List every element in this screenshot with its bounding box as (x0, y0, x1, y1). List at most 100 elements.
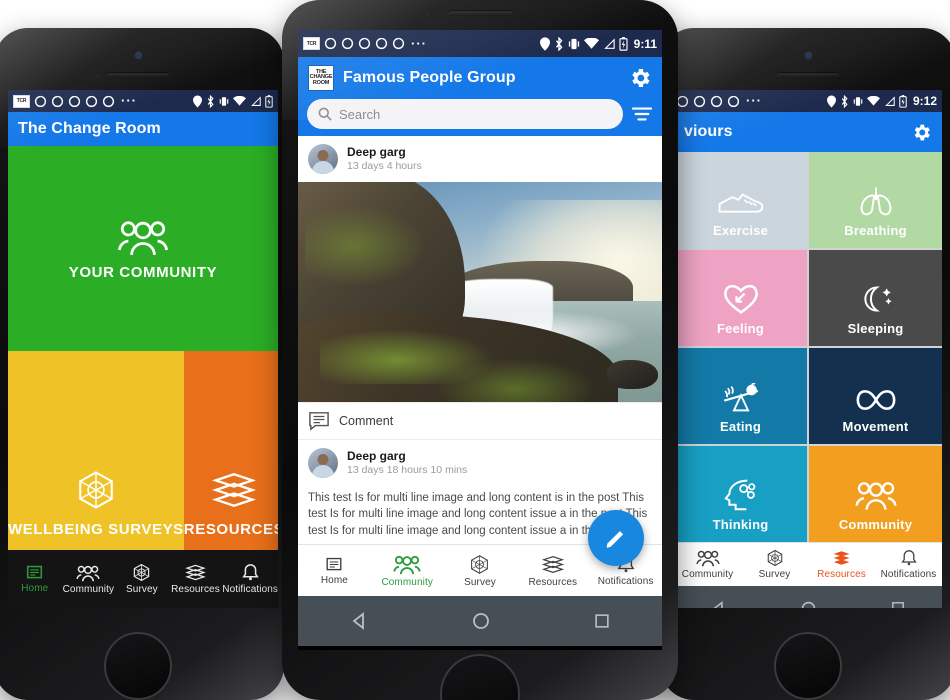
left-status-app-icon: TCR (13, 94, 30, 108)
tile-thinking[interactable]: Thinking (674, 446, 807, 542)
bluetooth-icon (555, 36, 563, 51)
left-status-overflow: ··· (121, 93, 137, 108)
right-phone-home-button[interactable] (774, 632, 842, 700)
lungs-icon (860, 187, 891, 216)
left-status-bar: TCR ··· (8, 90, 278, 112)
gear-icon[interactable] (628, 66, 652, 90)
tile-community[interactable]: Community (809, 446, 942, 542)
wifi-icon (233, 95, 246, 106)
comment-action-row[interactable]: Comment (298, 402, 662, 440)
left-phone-camera (136, 53, 141, 58)
tile-wellbeing-surveys[interactable]: WELLBEING SURVEYS (8, 351, 184, 550)
sync-icon (358, 37, 371, 50)
left-phone-speaker (106, 72, 170, 78)
heart-icon (723, 284, 758, 314)
tile-label: Breathing (844, 223, 907, 238)
tab-home[interactable]: Home (298, 556, 371, 586)
android-back-icon[interactable] (710, 600, 727, 609)
tile-feeling[interactable]: Feeling (674, 250, 807, 346)
right-app-bar: viours (674, 112, 942, 152)
vibrate-icon (219, 96, 229, 106)
community-icon (695, 550, 720, 567)
post-image[interactable] (298, 182, 662, 402)
gear-icon[interactable] (911, 122, 932, 143)
left-phone-sensor (96, 74, 100, 78)
tab-resources[interactable]: Resources (808, 549, 875, 580)
right-phone-camera (806, 53, 811, 58)
tab-label: Notifications (597, 576, 654, 587)
tile-label: Movement (842, 419, 909, 434)
left-tile-row-2: WELLBEING SURVEYS RESOURCES (8, 351, 278, 550)
right-status-right-group: 9:12 (826, 94, 937, 108)
android-recents-icon[interactable] (593, 612, 611, 630)
left-phone-home-button[interactable] (104, 632, 172, 700)
tab-survey[interactable]: Survey (741, 549, 808, 580)
tab-community[interactable]: Community (371, 554, 444, 588)
search-input[interactable]: Search (307, 99, 623, 129)
sync-icon (102, 95, 115, 107)
search-placeholder: Search (339, 106, 381, 122)
tab-label: Survey (126, 584, 158, 595)
center-phone-home-button[interactable] (440, 654, 520, 700)
comment-icon (309, 412, 329, 431)
tile-label: RESOURCES (183, 521, 278, 538)
tab-survey[interactable]: Survey (115, 563, 169, 595)
post-timestamp: 13 days 4 hours (347, 159, 422, 172)
tab-label: Community (62, 583, 115, 595)
post-header: Deep garg 13 days 4 hours (298, 136, 662, 182)
tab-label: Resources (528, 576, 578, 588)
tab-home[interactable]: Home (8, 564, 62, 594)
tab-label: Community (381, 576, 433, 588)
android-home-icon[interactable] (471, 611, 491, 631)
tab-label: Resources (171, 584, 220, 595)
shoe-icon (718, 193, 763, 213)
android-home-icon[interactable] (800, 600, 817, 609)
tile-your-community[interactable]: YOUR COMMUNITY (8, 146, 278, 351)
android-back-icon[interactable] (349, 611, 369, 631)
tile-label: Community (838, 517, 913, 532)
tab-label: Notifications (880, 569, 937, 580)
right-status-time: 9:12 (912, 94, 937, 108)
android-recents-icon[interactable] (890, 600, 906, 608)
tab-community[interactable]: Community (62, 564, 116, 595)
tile-exercise[interactable]: Exercise (674, 152, 807, 248)
location-pin-icon (193, 95, 202, 107)
tile-label: Feeling (717, 321, 764, 336)
signal-icon (603, 37, 615, 49)
moon-icon (863, 286, 892, 312)
bluetooth-icon (207, 94, 214, 108)
search-icon (318, 107, 332, 121)
tile-eating[interactable]: Eating (674, 348, 807, 444)
location-pin-icon (826, 95, 836, 107)
sync-icon (375, 37, 388, 50)
community-icon (76, 565, 100, 581)
tab-label: Home (320, 574, 348, 586)
tile-movement[interactable]: Movement (809, 348, 942, 444)
tab-label: Community (681, 569, 734, 580)
sync-icon (693, 95, 706, 107)
tile-resources[interactable]: RESOURCES (183, 351, 278, 550)
tab-survey[interactable]: Survey (444, 554, 517, 588)
tab-community[interactable]: Community (674, 549, 741, 580)
tab-label: Notifications (222, 584, 278, 595)
right-phone-speaker (776, 72, 840, 78)
tile-breathing[interactable]: Breathing (809, 152, 942, 248)
brain-head-icon (723, 479, 755, 511)
tab-notifications[interactable]: Notifications (875, 549, 942, 580)
resources-icon (833, 551, 850, 565)
center-status-time: 9:11 (633, 36, 657, 51)
infinity-icon (856, 390, 895, 410)
create-post-fab[interactable] (588, 510, 644, 566)
tab-resources[interactable]: Resources (516, 554, 589, 588)
vibrate-icon (568, 38, 579, 49)
tile-sleeping[interactable]: Sleeping (809, 250, 942, 346)
filter-icon[interactable] (631, 105, 653, 123)
bell-icon (241, 564, 259, 581)
tab-resources[interactable]: Resources (169, 563, 223, 595)
sync-icon (727, 95, 740, 107)
edit-pencil-icon (606, 531, 624, 548)
right-android-nav-bar (674, 586, 942, 608)
tile-label: Eating (720, 419, 761, 434)
tab-notifications[interactable]: Notifications (222, 563, 278, 595)
comment-label: Comment (339, 414, 394, 428)
